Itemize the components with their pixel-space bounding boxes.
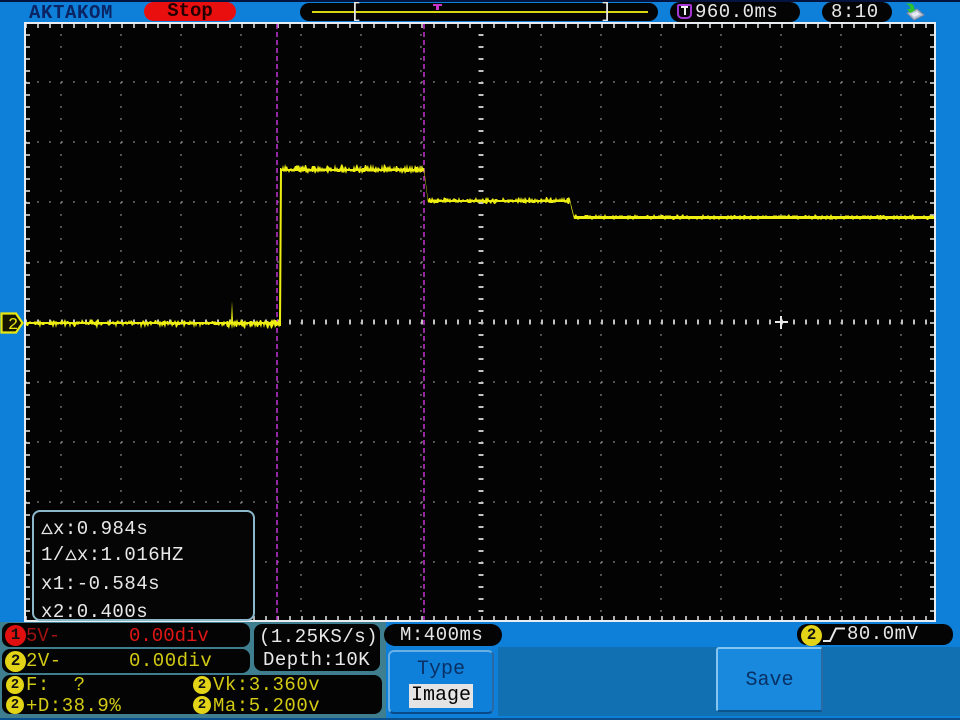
svg-text:2: 2 xyxy=(8,316,18,334)
